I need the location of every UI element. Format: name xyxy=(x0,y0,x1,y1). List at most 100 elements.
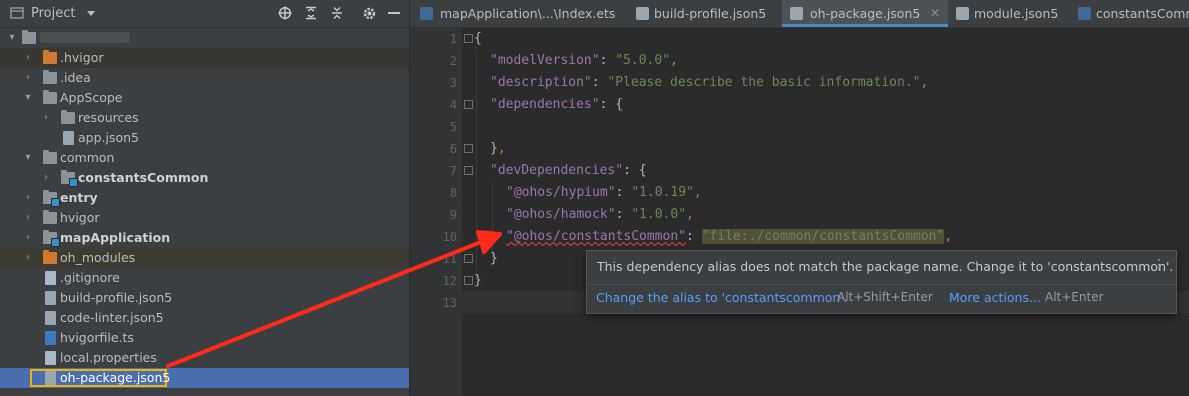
line-number: 3 xyxy=(449,76,457,90)
close-icon[interactable]: ✕ xyxy=(930,0,940,27)
fold-marker-icon[interactable] xyxy=(464,166,473,175)
code-line-4: "dependencies": { xyxy=(490,97,624,112)
change-alias-link[interactable]: Change the alias to 'constantscommon'. xyxy=(596,290,848,305)
tree-row-oh-modules[interactable]: › oh_modules xyxy=(0,248,409,268)
tab-label: mapApplication\...\Index.ets xyxy=(440,6,616,21)
ets-icon xyxy=(420,7,433,20)
tree-item-label: mapApplication xyxy=(60,230,171,245)
code-line-2: "modelVersion": "5.0.0", xyxy=(490,53,678,68)
line-number: 8 xyxy=(449,186,457,200)
vertical-dots-icon[interactable]: ⋮ xyxy=(1152,257,1166,273)
tree-item-label: .gitignore xyxy=(60,270,120,285)
chevron-down-icon[interactable]: ▾ xyxy=(6,28,18,48)
tab-constants-common[interactable]: constantsComme xyxy=(1074,0,1189,27)
properties-file-icon xyxy=(45,351,56,365)
chevron-right-icon[interactable]: › xyxy=(22,188,34,208)
tree-row-gitignore[interactable]: .gitignore xyxy=(0,268,409,288)
chevron-right-icon[interactable]: › xyxy=(22,68,34,88)
more-actions-link[interactable]: More actions... xyxy=(949,290,1041,305)
minimize-panel-icon[interactable] xyxy=(388,12,400,15)
indent-guide xyxy=(492,182,493,258)
collapse-all-icon[interactable] xyxy=(330,6,344,20)
line-number-gutter: 1 2 3 4 5 6 7 8 9 10 11 12 13 xyxy=(410,28,462,396)
project-view-title[interactable]: Project xyxy=(31,6,75,21)
tree-row-hvigor[interactable]: › hvigor xyxy=(0,208,409,228)
line-number: 2 xyxy=(449,54,457,68)
warning-value[interactable]: "file:./common/constantsCommon" xyxy=(701,229,945,244)
tab-label: oh-package.json5 xyxy=(810,6,921,21)
tree-row-root[interactable]: ▾ xyxy=(0,28,409,48)
editor-tab-bar: mapApplication\...\Index.ets build-profi… xyxy=(410,0,1189,28)
tree-row-entry[interactable]: › entry xyxy=(0,188,409,208)
line-number: 1 xyxy=(449,32,457,46)
tree-row-resources[interactable]: › resources xyxy=(0,108,409,128)
tree-row-code-linter[interactable]: code-linter.json5 xyxy=(0,308,409,328)
locate-target-icon[interactable] xyxy=(278,6,292,20)
popup-message: This dependency alias does not match the… xyxy=(597,259,1174,274)
chevron-right-icon[interactable]: › xyxy=(22,248,34,268)
folder-icon xyxy=(61,110,75,124)
tree-item-label: entry xyxy=(60,190,98,205)
indent-guide xyxy=(476,50,477,280)
tree-item-label: local.properties xyxy=(60,350,157,365)
tree-row-app-json5[interactable]: app.json5 xyxy=(0,128,409,148)
fold-marker-icon[interactable] xyxy=(464,34,473,43)
tree-row-hvigorfile[interactable]: hvigorfile.ts xyxy=(0,328,409,348)
tab-label: constantsComme xyxy=(1096,6,1189,21)
code-line-1: { xyxy=(474,31,482,46)
tab-label: build-profile.json5 xyxy=(654,6,767,21)
tab-module-json5[interactable]: module.json5 xyxy=(952,0,1072,27)
dropdown-chevron-icon[interactable] xyxy=(86,10,96,17)
line-number: 4 xyxy=(449,98,457,112)
module-folder-icon xyxy=(61,170,78,187)
project-view-icon[interactable] xyxy=(10,6,24,20)
tree-row-idea[interactable]: › .idea xyxy=(0,68,409,88)
code-line-6: }, xyxy=(490,141,506,156)
json-file-icon xyxy=(45,371,56,385)
fold-marker-icon[interactable] xyxy=(464,100,473,109)
popup-divider xyxy=(587,284,1176,285)
code-line-9: "@ohos/hamock": "1.0.0", xyxy=(506,207,694,222)
code-line-3: "description": "Please describe the basi… xyxy=(490,75,929,90)
chevron-right-icon[interactable]: › xyxy=(40,168,52,188)
tree-row-hvigor-hidden[interactable]: › .hvigor xyxy=(0,48,409,68)
line-number: 9 xyxy=(449,208,457,222)
tree-row-appscope[interactable]: ▾ AppScope xyxy=(0,88,409,108)
chevron-right-icon[interactable]: › xyxy=(22,48,34,68)
fold-marker-icon[interactable] xyxy=(464,276,473,285)
module-folder-icon xyxy=(43,230,60,247)
chevron-down-icon[interactable]: ▾ xyxy=(22,88,34,108)
json-file-icon xyxy=(45,291,56,305)
chevron-right-icon[interactable]: › xyxy=(22,228,34,248)
tree-row-constantscommon[interactable]: › constantsCommon xyxy=(0,168,409,188)
expand-all-icon[interactable] xyxy=(304,6,318,20)
fold-marker-icon[interactable] xyxy=(464,254,473,263)
tree-item-label: constantsCommon xyxy=(78,170,209,185)
fix-shortcut: Alt+Shift+Enter xyxy=(837,290,933,304)
tree-row-build-profile[interactable]: build-profile.json5 xyxy=(0,288,409,308)
tab-index-ets[interactable]: mapApplication\...\Index.ets xyxy=(416,0,629,27)
tab-oh-package[interactable]: oh-package.json5 ✕ xyxy=(782,0,948,27)
code-line-11: } xyxy=(490,251,498,266)
tree-row-oh-package-selected[interactable]: oh-package.json5 xyxy=(0,368,409,388)
tree-item-label: build-profile.json5 xyxy=(60,290,173,305)
line-number: 11 xyxy=(442,252,457,266)
tree-row-local-properties[interactable]: local.properties xyxy=(0,348,409,368)
error-alias-key[interactable]: "@ohos/constantsCommon" xyxy=(506,229,686,244)
gear-icon[interactable] xyxy=(362,6,377,21)
json-file-icon xyxy=(45,311,56,325)
tree-row-common[interactable]: ▾ common xyxy=(0,148,409,168)
chevron-down-icon[interactable]: ▾ xyxy=(22,148,34,168)
inspection-popup: This dependency alias does not match the… xyxy=(586,250,1177,314)
folder-icon xyxy=(43,210,57,224)
tree-item-label: oh-package.json5 xyxy=(60,370,171,385)
chevron-right-icon[interactable]: › xyxy=(22,208,34,228)
tree-item-label: hvigorfile.ts xyxy=(60,330,134,345)
tab-label: module.json5 xyxy=(974,6,1059,21)
editor-area: mapApplication\...\Index.ets build-profi… xyxy=(410,0,1189,396)
tree-row-mapapplication[interactable]: › mapApplication xyxy=(0,228,409,248)
fold-marker-icon[interactable] xyxy=(464,144,473,153)
tab-build-profile[interactable]: build-profile.json5 xyxy=(632,0,792,27)
json-icon xyxy=(790,7,803,20)
chevron-right-icon[interactable]: › xyxy=(40,108,52,128)
